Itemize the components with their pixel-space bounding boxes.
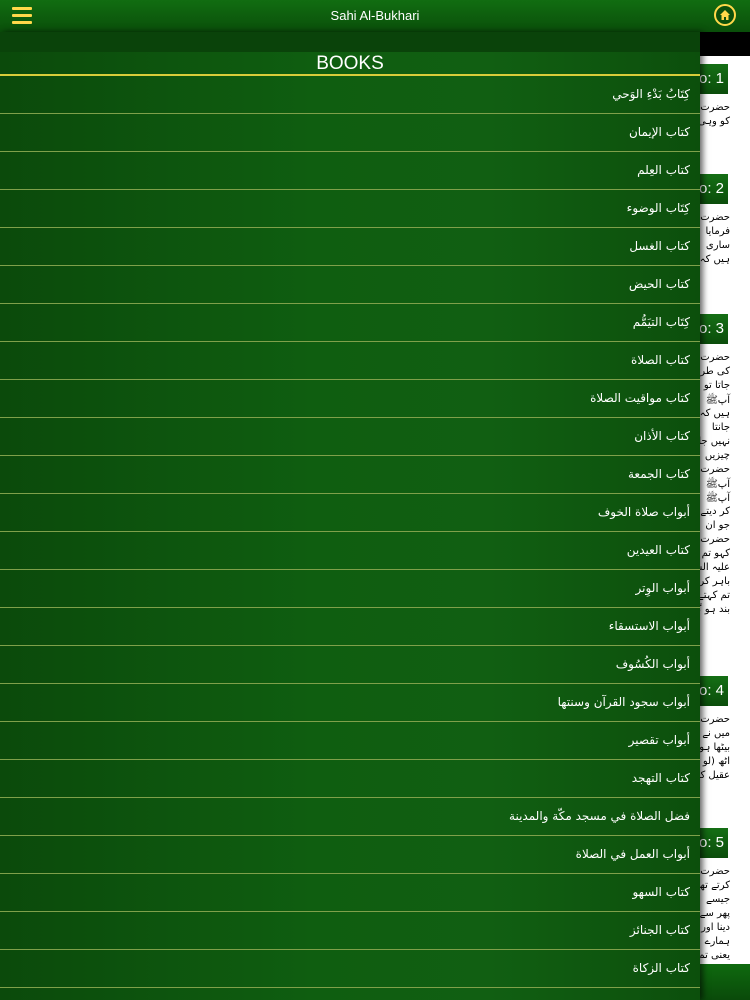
hadith-text-line: میں نے	[702, 728, 730, 739]
book-item[interactable]: أبواب العمل في الصلاة	[0, 836, 700, 874]
hadith-text-line: حضرت	[700, 102, 730, 113]
book-item[interactable]: كِتَاب الوضوء	[0, 190, 700, 228]
book-item-label: كتاب مواقيت الصلاة	[590, 391, 690, 405]
hadith-text-line: حضرت	[700, 212, 730, 223]
book-item-label: كتاب الحيض	[628, 277, 690, 291]
hadith-text-line: حضرت	[700, 534, 730, 545]
hadith-text-line: آپﷺ	[705, 479, 730, 490]
book-item[interactable]: كتاب الجمعة	[0, 456, 700, 494]
book-item[interactable]: أبواب الوِتر	[0, 570, 700, 608]
home-icon[interactable]	[714, 4, 736, 26]
book-item-label: كتاب الإيمان	[628, 125, 690, 139]
hadith-text-line: تم کہتے	[697, 590, 730, 601]
book-item-label: كِتَابُ بَدْءِ الوَحي	[612, 87, 690, 101]
book-item-label: كتاب العِلم	[637, 163, 690, 177]
book-item[interactable]: كتاب الإيمان	[0, 114, 700, 152]
book-item[interactable]: كتاب العِلم	[0, 152, 700, 190]
book-item[interactable]: أبواب سجود القرآن وسنتها	[0, 684, 700, 722]
hadith-text-line: کرتے تھ	[698, 880, 730, 891]
hadith-text-line: ساری	[705, 240, 730, 251]
hadith-text-line: حضرت	[700, 464, 730, 475]
book-item[interactable]: كتاب الزكاة	[0, 950, 700, 988]
hadith-text-line: کہو تم	[701, 548, 730, 559]
drawer-top-gap	[0, 32, 700, 52]
book-item-label: أبواب العمل في الصلاة	[575, 847, 690, 861]
book-item[interactable]: كتاب الحيض	[0, 266, 700, 304]
book-item[interactable]: أبواب تقصير	[0, 722, 700, 760]
book-item[interactable]: كتاب التهجد	[0, 760, 700, 798]
hadith-text-line: یعنی تم	[698, 950, 730, 961]
hadith-text-line: جو ان	[705, 520, 730, 531]
book-item-label: كِتَاب التيَمُّم	[632, 315, 690, 329]
book-item[interactable]: كتاب الغسل	[0, 228, 700, 266]
hadith-text-line: باہر کر	[699, 576, 730, 587]
hadith-text-line: حضرت	[700, 866, 730, 877]
hadith-text-line: آپﷺ	[705, 395, 730, 406]
hadith-text-line: چیزیں	[704, 450, 730, 461]
book-item-label: أبواب سجود القرآن وسنتها	[557, 695, 690, 709]
hadith-text-line: کو وہی	[697, 116, 730, 127]
book-item-label: كتاب الجنائز	[629, 923, 690, 937]
hadith-text-line: ہمارے	[704, 936, 730, 947]
book-item-label: فضل الصلاة في مسجد مكّة والمدينة	[509, 809, 690, 823]
book-item-label: كتاب الجمعة	[628, 467, 690, 481]
hadith-text-line: کی طر	[700, 366, 730, 377]
book-item-label: كتاب الأذان	[634, 429, 690, 443]
book-item-label: كتاب الصلاة	[631, 353, 690, 367]
book-item[interactable]: كِتَابُ بَدْءِ الوَحي	[0, 76, 700, 114]
book-item[interactable]: كتاب السهو	[0, 874, 700, 912]
book-item-label: أبواب صلاة الخوف	[597, 505, 690, 519]
drawer-heading: BOOKS	[316, 53, 384, 74]
hadith-text-line: حضرت	[700, 714, 730, 725]
book-item[interactable]: أبواب الاستسقاء	[0, 608, 700, 646]
book-item[interactable]: كتاب مواقيت الصلاة	[0, 380, 700, 418]
book-item-label: كتاب السهو	[632, 885, 690, 899]
hadith-text-line: بیٹھا ہوا	[696, 742, 730, 753]
book-item-label: كتاب الغسل	[629, 239, 690, 253]
book-item-label: كتاب الزكاة	[632, 961, 690, 975]
hadith-text-line: جیسے	[706, 894, 730, 905]
hadith-text-line: ہیں کہ	[699, 254, 730, 265]
hadith-text-line: کر دیتے	[700, 506, 730, 517]
book-item-label: كِتَاب الوضوء	[626, 201, 690, 215]
book-item-label: أبواب الكُسُوف	[615, 657, 690, 671]
book-item[interactable]: فضل الصلاة في مسجد مكّة والمدينة	[0, 798, 700, 836]
book-item[interactable]: كتاب الجنائز	[0, 912, 700, 950]
books-drawer: BOOKS كِتَابُ بَدْءِ الوَحي كتاب الإيمان ك…	[0, 32, 700, 1000]
hadith-text-line: اٹھ (لو	[702, 756, 730, 767]
book-item-label: أبواب الاستسقاء	[608, 619, 690, 633]
book-item[interactable]: أبواب صلاة الخوف	[0, 494, 700, 532]
book-item-label: كتاب العيدين	[626, 543, 690, 557]
hadith-text-line: آپﷺ	[705, 493, 730, 504]
book-item-label: أبواب تقصير	[628, 733, 690, 747]
hadith-text-line: دینا اور	[701, 922, 730, 933]
hadith-text-line: حضرت	[700, 352, 730, 363]
book-item-label: أبواب الوِتر	[635, 581, 690, 595]
book-item[interactable]: كتاب العيدين	[0, 532, 700, 570]
top-bar: Sahi Al-Bukhari	[0, 0, 750, 32]
book-item[interactable]: كتاب الصلاة	[0, 342, 700, 380]
book-item-label: كتاب التهجد	[631, 771, 690, 785]
hadith-text-line: جاتا تو	[703, 380, 730, 391]
app-title: Sahi Al-Bukhari	[330, 8, 420, 23]
hadith-text-line: جانتا	[711, 422, 730, 433]
hadith-text-line: پھر سے	[699, 908, 730, 919]
book-list: كِتَابُ بَدْءِ الوَحي كتاب الإيمان كتاب ال…	[0, 76, 700, 988]
book-item[interactable]: كتاب الأذان	[0, 418, 700, 456]
hadith-text-line: فرمایا	[705, 226, 730, 237]
book-item[interactable]: أبواب الكُسُوف	[0, 646, 700, 684]
hadith-text-line: نہیں جا	[698, 436, 730, 447]
book-item[interactable]: كِتَاب التيَمُّم	[0, 304, 700, 342]
hadith-text-line: ہیں کہ	[699, 408, 730, 419]
